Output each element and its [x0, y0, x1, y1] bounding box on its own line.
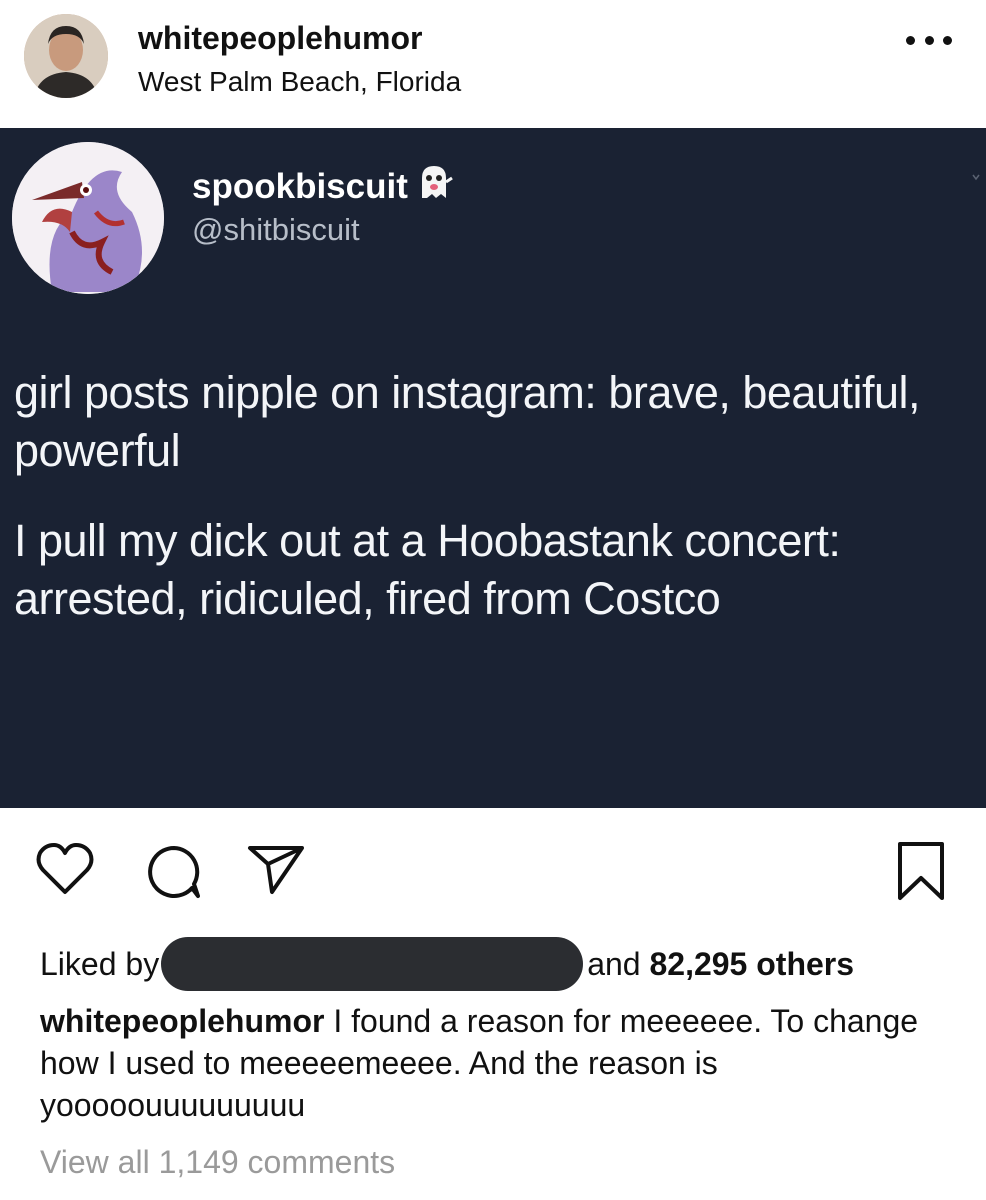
ghost-icon	[414, 162, 454, 211]
heart-icon[interactable]	[36, 842, 94, 896]
bookmark-icon[interactable]	[896, 840, 946, 902]
avatar[interactable]	[24, 14, 108, 98]
tweet-avatar	[12, 142, 164, 294]
chevron-down-icon	[972, 168, 980, 181]
tweet-paragraph: girl posts nipple on instagram: brave, b…	[14, 367, 921, 476]
post-header: whitepeoplehumor West Palm Beach, Florid…	[0, 0, 986, 128]
likes-count[interactable]: 82,295 others	[649, 946, 854, 983]
redacted-username	[161, 937, 584, 991]
caption-username[interactable]: whitepeoplehumor	[40, 1003, 324, 1039]
share-icon[interactable]	[246, 844, 306, 896]
tweet-name-text: spookbiscuit	[192, 166, 408, 206]
action-bar	[0, 820, 986, 900]
likes-and: and	[587, 945, 641, 982]
caption: whitepeoplehumor I found a reason for me…	[40, 1000, 960, 1126]
tweet-body: girl posts nipple on instagram: brave, b…	[14, 364, 974, 660]
likes-line: Liked by and 82,295 others	[40, 934, 854, 994]
more-horizontal-icon[interactable]	[906, 30, 952, 50]
post-location[interactable]: West Palm Beach, Florida	[138, 66, 461, 98]
post-image[interactable]: spookbiscuit @shitbiscuit girl posts nip…	[0, 128, 986, 808]
tweet-display-name: spookbiscuit	[192, 162, 454, 211]
view-all-comments-link[interactable]: View all 1,149 comments	[40, 1144, 395, 1181]
liked-by-label: Liked by	[40, 945, 160, 982]
post-username[interactable]: whitepeoplehumor	[138, 20, 422, 57]
tweet-handle: @shitbiscuit	[192, 212, 360, 247]
tweet-paragraph: I pull my dick out at a Hoobastank conce…	[14, 515, 841, 624]
comment-icon[interactable]	[146, 844, 202, 900]
